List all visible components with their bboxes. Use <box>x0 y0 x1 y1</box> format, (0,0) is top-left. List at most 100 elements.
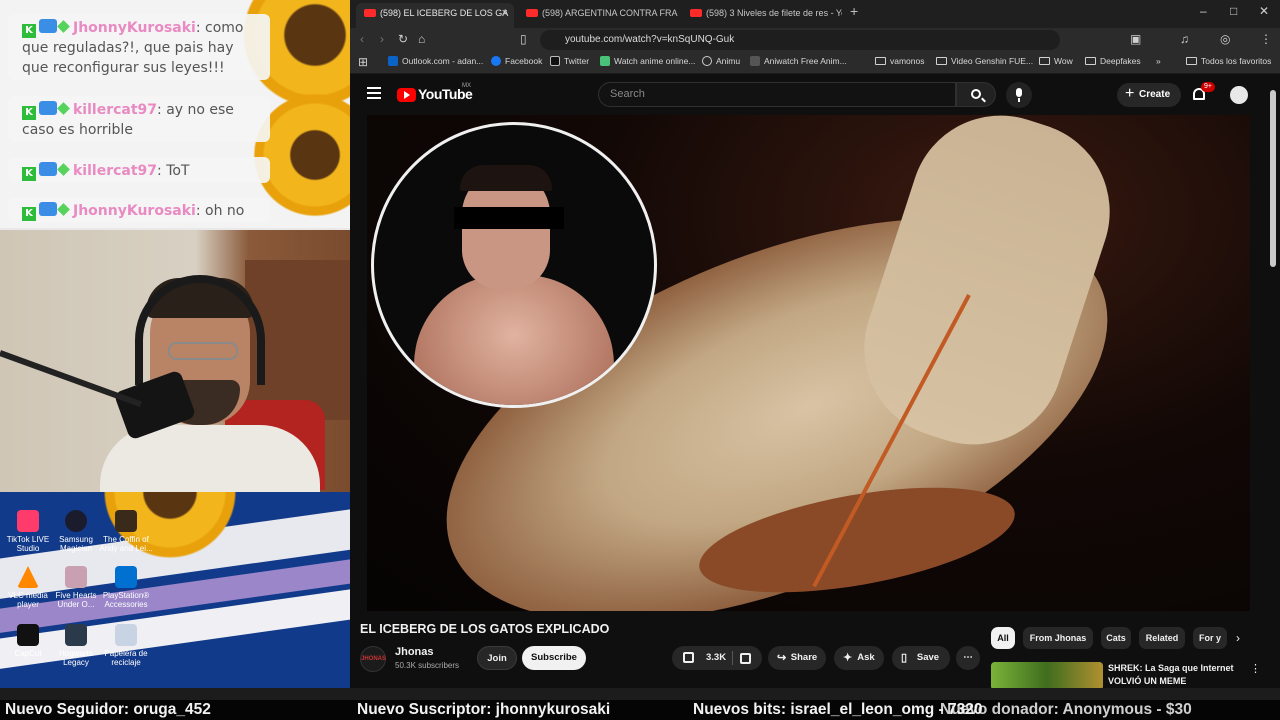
desktop-icon-five-hearts[interactable]: Five Hearts Under O... <box>48 566 104 609</box>
share-button[interactable]: ↪ Share <box>768 646 826 670</box>
desktop-icon-recycle-bin[interactable]: Papelera de reciclaje <box>98 624 154 667</box>
bookmark-video-genshin[interactable]: Video Genshin FUE... <box>936 56 1033 66</box>
desktop-wallpaper: TikTok LIVE Studio Samsung Magician The … <box>0 492 350 700</box>
related-video-thumbnail[interactable] <box>991 662 1103 690</box>
desktop-icon-label: The Coffin of Andy and Lei... <box>99 535 153 553</box>
subscriber-badge-icon <box>39 101 57 115</box>
more-bookmarks-icon[interactable]: » <box>1156 56 1161 66</box>
youtube-favicon-icon <box>526 9 538 17</box>
desktop-icon-label: Five Hearts Under O... <box>55 591 97 609</box>
page-scrollbar[interactable] <box>1270 90 1276 267</box>
bookmark-animu[interactable]: Animu <box>702 56 740 66</box>
chevron-right-icon[interactable]: › <box>1236 631 1240 645</box>
desktop-icon-label: PlayStation® Accessories <box>102 591 150 609</box>
maximize-icon[interactable]: □ <box>1230 4 1237 18</box>
tab-argentina[interactable]: (598) ARGENTINA CONTRA FRANCIA <box>518 3 678 28</box>
close-window-icon[interactable]: ✕ <box>1259 4 1269 18</box>
chat-panel: K JhonnyKurosaki: como que reguladas?!, q… <box>0 0 350 228</box>
like-button[interactable]: 3.3K <box>672 646 762 670</box>
anime-site-icon <box>600 56 610 66</box>
save-button[interactable]: ▯ Save <box>892 646 950 670</box>
join-button[interactable]: Join <box>477 646 517 670</box>
bookmark-icon: ▯ <box>901 652 908 664</box>
bookmark-outlook[interactable]: Outlook.com - adan... <box>388 56 483 66</box>
bookmark-facebook[interactable]: Facebook <box>491 56 542 66</box>
kick-badge-icon: K <box>22 207 36 221</box>
video-player[interactable] <box>367 115 1250 611</box>
desktop-icon-hogwarts-legacy[interactable]: Hogwarts Legacy <box>48 624 104 667</box>
thumbs-up-icon <box>683 652 694 663</box>
close-tab-icon[interactable]: × <box>502 3 508 23</box>
reload-icon[interactable]: ↻ <box>398 32 408 46</box>
bookmark-twitter[interactable]: Twitter <box>550 56 589 66</box>
search-button[interactable] <box>956 82 996 107</box>
desktop-icon-playstation-accessories[interactable]: PlayStation® Accessories <box>98 566 154 609</box>
chip-related[interactable]: Related <box>1139 627 1185 649</box>
desktop-icon-coffin-of-andy[interactable]: The Coffin of Andy and Lei... <box>98 510 154 553</box>
bookmark-page-icon[interactable]: ▯ <box>520 32 527 46</box>
capcut-icon <box>17 624 39 646</box>
desktop-icon-samsung-magician[interactable]: Samsung Magician <box>48 510 104 553</box>
new-tab-icon[interactable]: + <box>850 3 858 19</box>
ticker-subscriber: Nuevo Suscriptor: jhonnykurosaki <box>357 701 611 718</box>
censor-bar <box>454 207 564 229</box>
bookmark-vamonos[interactable]: vamonos <box>875 56 925 66</box>
youtube-logo-icon[interactable] <box>397 88 416 102</box>
bookmark-deepfakes[interactable]: Deepfakes <box>1085 56 1141 66</box>
youtube-favicon-icon <box>690 9 702 17</box>
more-actions-icon[interactable]: ⋯ <box>956 646 980 670</box>
folder-icon <box>1039 57 1050 65</box>
x-icon <box>550 56 560 66</box>
bookmark-wow[interactable]: Wow <box>1039 56 1073 66</box>
profile-icon[interactable]: ◎ <box>1220 32 1230 46</box>
chat-text: : ToT <box>157 163 190 179</box>
related-video-title[interactable]: SHREK: La Saga que Internet VOLVIÓ UN ME… <box>1108 662 1238 688</box>
chip-for-you[interactable]: For y <box>1193 627 1227 649</box>
related-more-icon[interactable]: ⋮ <box>1250 662 1261 675</box>
chat-message: K JhonnyKurosaki: como que reguladas?!, q… <box>8 14 270 80</box>
hamburger-menu-icon[interactable] <box>367 87 381 99</box>
stream-overlay: K JhonnyKurosaki: como que reguladas?!, q… <box>0 0 350 700</box>
apps-grid-icon[interactable]: ⊞ <box>358 55 368 69</box>
game-icon <box>65 566 87 588</box>
create-button[interactable]: Create <box>1117 82 1181 107</box>
playstation-icon <box>115 566 137 588</box>
address-bar[interactable]: youtube.com/watch?v=knSqUNQ-Guk <box>540 30 1060 50</box>
forward-icon[interactable]: › <box>380 32 384 46</box>
tiktok-icon <box>17 510 39 532</box>
back-icon[interactable]: ‹ <box>360 32 364 46</box>
desktop-icon-label: Hogwarts Legacy <box>59 649 93 667</box>
circular-inset-photo <box>371 122 657 408</box>
bookmark-watch-anime[interactable]: Watch anime online... <box>600 56 695 66</box>
user-avatar[interactable] <box>1230 86 1248 104</box>
recycle-bin-icon <box>115 624 137 646</box>
bookmark-aniwatch[interactable]: Aniwatch Free Anim... <box>750 56 847 66</box>
tab-filete[interactable]: (598) 3 Niveles de filete de res - YouT <box>682 3 842 28</box>
home-icon[interactable]: ⌂ <box>418 32 425 46</box>
channel-avatar[interactable]: JHONAS <box>360 646 386 672</box>
chip-cats[interactable]: Cats <box>1101 627 1131 649</box>
notifications-badge: 9+ <box>1201 82 1215 92</box>
minimize-icon[interactable]: – <box>1200 4 1207 18</box>
thumbs-down-icon[interactable] <box>740 653 751 664</box>
ask-button[interactable]: ✦ Ask <box>834 646 884 670</box>
extensions-icon[interactable]: ▣ <box>1130 32 1141 46</box>
chat-username: JhonnyKurosaki <box>73 203 196 219</box>
chat-username: killercat97 <box>73 163 158 179</box>
chip-from-jhonas[interactable]: From Jhonas <box>1023 627 1093 649</box>
channel-name[interactable]: Jhonas <box>395 646 434 658</box>
tab-iceberg[interactable]: (598) EL ICEBERG DE LOS GA × <box>356 3 514 28</box>
chat-message: Kkillercat97: ToT <box>8 157 270 183</box>
voice-search-icon[interactable] <box>1006 82 1032 108</box>
menu-icon[interactable]: ⋮ <box>1260 32 1272 46</box>
bookmarks-bar: ⊞ Outlook.com - adan... Facebook Twitter… <box>350 52 1280 74</box>
bookmark-all-favorites[interactable]: Todos los favoritos <box>1186 56 1271 66</box>
subscriber-badge-icon <box>39 19 57 33</box>
search-input[interactable]: Search <box>598 82 956 107</box>
video-title: EL ICEBERG DE LOS GATOS EXPLICADO <box>360 622 610 636</box>
desktop-icon-label: Samsung Magician <box>59 535 93 553</box>
chip-all[interactable]: All <box>991 627 1015 649</box>
kick-badge-icon: K <box>22 106 36 120</box>
subscribe-button[interactable]: Subscribe <box>522 646 586 670</box>
downloads-icon[interactable]: ♫ <box>1180 32 1189 46</box>
